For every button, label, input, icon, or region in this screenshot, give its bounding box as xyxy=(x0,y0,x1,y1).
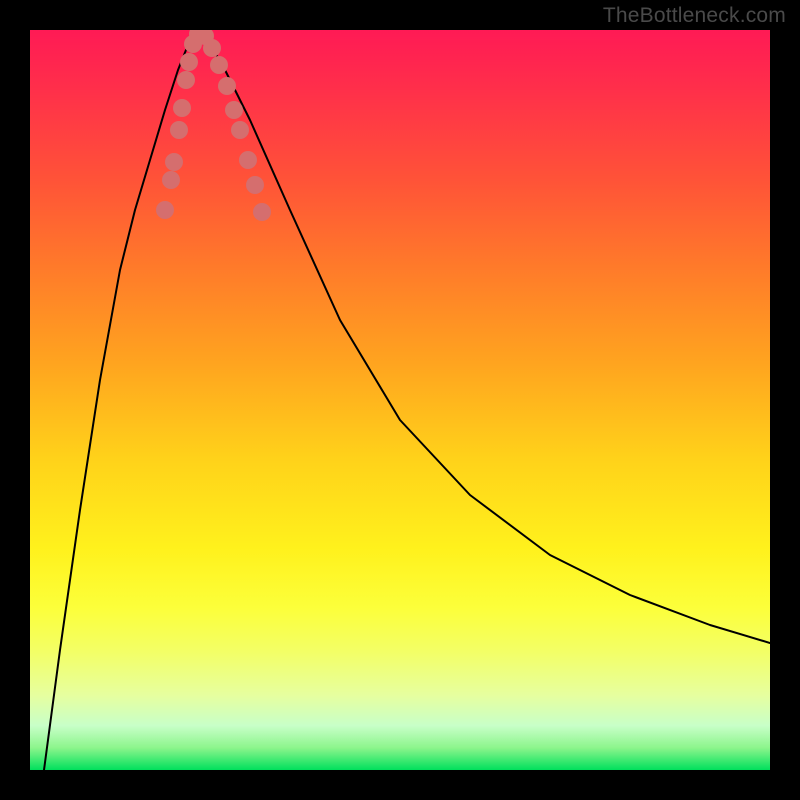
scatter-point xyxy=(239,151,257,169)
curve-right-branch xyxy=(198,30,770,643)
curve-left-branch xyxy=(44,30,198,770)
scatter-point xyxy=(156,201,174,219)
scatter-point xyxy=(180,53,198,71)
plot-area xyxy=(30,30,770,770)
chart-svg xyxy=(30,30,770,770)
scatter-point xyxy=(203,39,221,57)
scatter-point xyxy=(177,71,195,89)
scatter-point xyxy=(210,56,228,74)
watermark-text: TheBottleneck.com xyxy=(603,4,786,28)
scatter-point xyxy=(173,99,191,117)
marker-group xyxy=(156,30,271,221)
scatter-point xyxy=(162,171,180,189)
scatter-point xyxy=(218,77,236,95)
scatter-point xyxy=(246,176,264,194)
curve-group xyxy=(44,30,770,770)
scatter-point xyxy=(253,203,271,221)
scatter-point xyxy=(165,153,183,171)
scatter-point xyxy=(225,101,243,119)
scatter-point xyxy=(170,121,188,139)
scatter-point xyxy=(231,121,249,139)
outer-frame: TheBottleneck.com xyxy=(0,0,800,800)
